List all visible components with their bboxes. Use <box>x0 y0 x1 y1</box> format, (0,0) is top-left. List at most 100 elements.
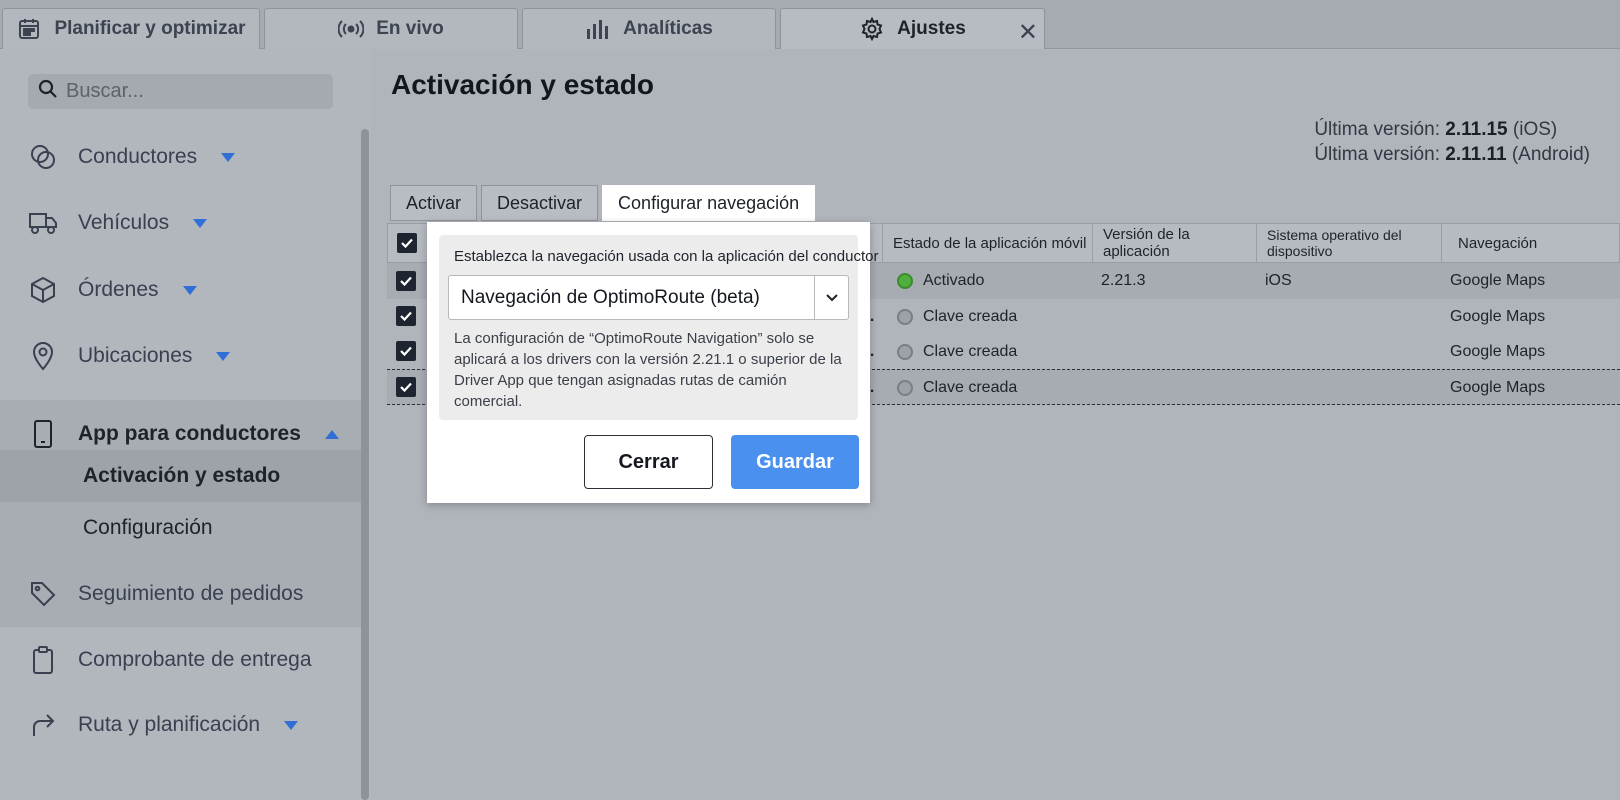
android-suffix: (Android) <box>1511 144 1590 165</box>
status-dot-icon <box>897 309 913 325</box>
sidebar-subitem-label: Configuración <box>83 516 213 539</box>
col-device-os[interactable]: Sistema operativo del dispositivo <box>1256 224 1441 262</box>
status-text: Clave creada <box>923 379 1018 396</box>
sidebar-item-vehiculos[interactable]: Vehículos <box>0 193 361 253</box>
close-button[interactable]: Cerrar <box>584 435 713 489</box>
sidebar-item-label: App para conductores <box>78 422 301 445</box>
status-dot-icon <box>897 344 913 360</box>
route-arrow-icon <box>28 710 58 740</box>
sidebar-subitem-activacion[interactable]: Activación y estado <box>0 450 361 502</box>
calendar-icon <box>16 16 42 42</box>
tab-analiticas[interactable]: Analíticas <box>522 8 776 49</box>
tab-planificar[interactable]: Planificar y optimizar <box>2 8 260 49</box>
col-app-status[interactable]: Estado de la aplicación móvil <box>882 224 1092 262</box>
configure-navigation-button[interactable]: Configurar navegación <box>602 185 816 221</box>
navigation-select-value: Navegación de OptimoRoute (beta) <box>461 286 760 308</box>
deactivate-button[interactable]: Desactivar <box>481 185 599 221</box>
android-version-line: Última versión: 2.11.11 (Android) <box>1314 142 1590 167</box>
status-cell: Clave creada <box>897 299 1017 335</box>
action-bar: Activar Desactivar Configurar navegación <box>390 185 816 221</box>
sidebar-item-ruta[interactable]: Ruta y planificación <box>0 695 361 755</box>
sidebar-item-label: Órdenes <box>78 278 159 301</box>
sidebar-item-ubicaciones[interactable]: Ubicaciones <box>0 326 361 386</box>
row-checkbox[interactable] <box>396 377 416 397</box>
ios-version: 2.11.15 <box>1445 119 1508 140</box>
col-navigation[interactable]: Navegación <box>1441 224 1620 262</box>
sidebar-item-label: Ruta y planificación <box>78 713 261 736</box>
navigation-note: La configuración de “OptimoRoute Navigat… <box>454 330 842 410</box>
navigation-select[interactable]: Navegación de OptimoRoute (beta) <box>448 275 849 320</box>
chevron-down-icon <box>221 152 236 162</box>
status-text: Clave creada <box>923 343 1018 360</box>
search-box[interactable] <box>28 74 333 109</box>
sidebar: Conductores Vehículos Órdenes Ubicacione… <box>0 49 371 800</box>
phone-icon <box>28 419 58 449</box>
clipboard-icon <box>28 645 58 675</box>
modal-panel: Establezca la navegación usada con la ap… <box>439 235 878 420</box>
tab-label: Analíticas <box>623 18 713 39</box>
drivers-icon <box>28 142 58 172</box>
select-all-checkbox[interactable] <box>397 233 417 253</box>
sidebar-item-label: Conductores <box>78 145 198 168</box>
chevron-up-icon <box>324 429 339 439</box>
tab-label: Planificar y optimizar <box>54 18 246 39</box>
sidebar-item-comprobante[interactable]: Comprobante de entrega <box>0 630 361 690</box>
navigation-cell: Google Maps <box>1450 308 1546 325</box>
row-checkbox[interactable] <box>396 341 416 361</box>
sidebar-item-seguimiento[interactable]: Seguimiento de pedidos <box>0 564 361 624</box>
navigation-cell: Google Maps <box>1450 343 1546 360</box>
status-text: Clave creada <box>923 308 1018 325</box>
sidebar-item-label: Vehículos <box>78 211 170 234</box>
chevron-down-icon[interactable] <box>814 276 848 319</box>
save-button[interactable]: Guardar <box>731 435 859 489</box>
search-icon <box>38 79 58 104</box>
page-title: Activación y estado <box>391 69 654 100</box>
row-checkbox[interactable] <box>396 271 416 291</box>
ios-version-line: Última versión: 2.11.15 (iOS) <box>1314 117 1590 142</box>
chevron-down-icon <box>182 285 197 295</box>
navigation-label: Establezca la navegación usada con la ap… <box>454 248 879 265</box>
sidebar-subitem-label: Activación y estado <box>83 464 281 487</box>
broadcast-icon <box>338 16 365 42</box>
tab-label: En vivo <box>376 18 444 39</box>
sidebar-subitem-configuracion[interactable]: Configuración <box>0 502 361 554</box>
status-cell: Clave creada <box>897 370 1017 406</box>
sidebar-item-label: Ubicaciones <box>78 344 193 367</box>
status-cell: Activado <box>897 263 984 299</box>
close-icon[interactable]: ✕ <box>1018 18 1038 47</box>
ios-suffix: (iOS) <box>1512 119 1558 140</box>
navigation-cell: Google Maps <box>1450 272 1546 289</box>
location-pin-icon <box>28 341 58 371</box>
status-cell: Clave creada <box>897 334 1017 370</box>
os-cell: iOS <box>1265 272 1292 289</box>
android-version: 2.11.11 <box>1445 144 1507 165</box>
sidebar-item-conductores[interactable]: Conductores <box>0 127 361 187</box>
top-tab-bar: Planificar y optimizar En vivo Analítica… <box>0 0 1620 49</box>
sidebar-item-ordenes[interactable]: Órdenes <box>0 260 361 320</box>
chevron-down-icon <box>216 351 231 361</box>
tab-en-vivo[interactable]: En vivo <box>264 8 518 49</box>
tab-ajustes[interactable]: Ajustes ✕ <box>780 8 1045 49</box>
sidebar-scrollbar[interactable] <box>361 129 369 800</box>
chevron-down-icon <box>193 218 208 228</box>
box-icon <box>28 275 58 305</box>
version-label: Última versión: <box>1314 119 1440 140</box>
chevron-down-icon <box>284 720 299 730</box>
tag-icon <box>28 579 58 609</box>
search-input[interactable] <box>66 80 306 103</box>
version-label: Última versión: <box>1314 144 1440 165</box>
navigation-cell: Google Maps <box>1450 379 1546 396</box>
status-dot-icon <box>897 273 913 289</box>
version-cell: 2.21.3 <box>1101 272 1146 289</box>
configure-navigation-modal: Establezca la navegación usada con la ap… <box>427 222 878 503</box>
status-text: Activado <box>923 272 985 289</box>
status-dot-icon <box>897 380 913 396</box>
tab-label: Ajustes <box>897 18 966 39</box>
truck-icon <box>28 208 58 238</box>
row-checkbox[interactable] <box>396 306 416 326</box>
gear-icon <box>859 16 885 42</box>
latest-versions: Última versión: 2.11.15 (iOS) Última ver… <box>1314 117 1590 167</box>
sidebar-item-label: Comprobante de entrega <box>78 648 312 671</box>
col-app-version[interactable]: Versión de la aplicación <box>1092 224 1256 262</box>
activate-button[interactable]: Activar <box>390 185 478 221</box>
